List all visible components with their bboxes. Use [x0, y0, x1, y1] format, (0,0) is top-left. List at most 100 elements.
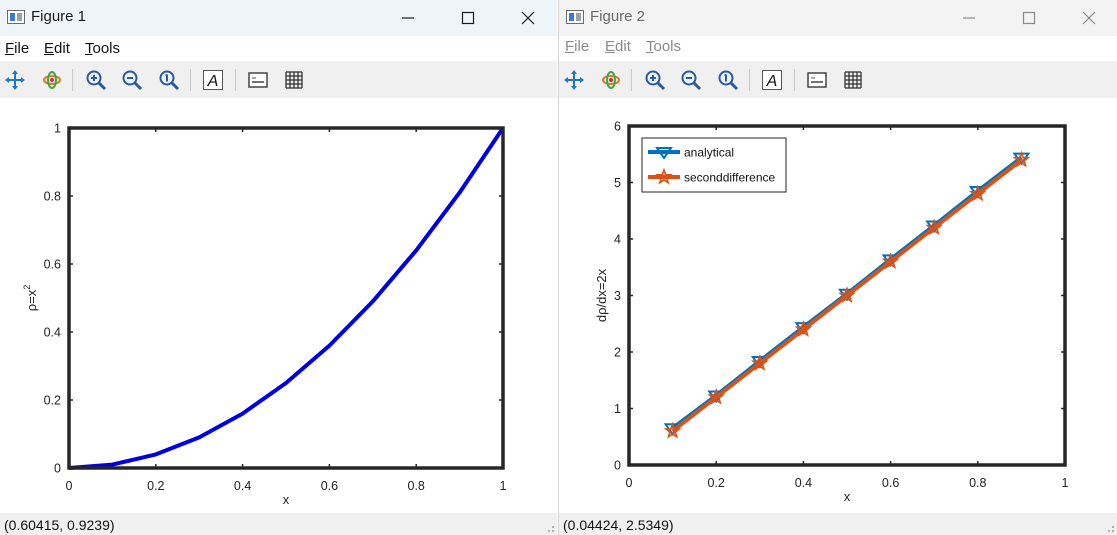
toolbar-separator — [631, 69, 632, 91]
close-icon — [521, 11, 535, 25]
svg-text:A: A — [766, 73, 778, 90]
grid-button[interactable] — [839, 66, 867, 94]
chart-1[interactable]: 0 0.2 0.4 0.6 0.8 1 0 0.2 0.4 0.6 0.8 1 x ρ=x2 — [0, 98, 557, 513]
data-point — [371, 299, 375, 303]
y-tick-label: 0.2 — [44, 394, 61, 408]
minimize-button[interactable] — [940, 0, 998, 36]
y-tick-label: 0.6 — [44, 258, 61, 272]
menu-file-mnemonic: F — [565, 38, 575, 55]
zoom-out-icon — [122, 70, 143, 91]
pan-icon — [564, 70, 584, 90]
menu-tools-label: ools — [653, 38, 682, 55]
x-tick-label: 0.4 — [795, 476, 812, 490]
y-tick-label: 2 — [614, 346, 621, 360]
plot-area: 0 0.2 0.4 0.6 0.8 1 0 0.2 0.4 0.6 0.8 1 x ρ=x2 — [0, 98, 557, 513]
pan-button[interactable] — [1, 66, 29, 94]
zoom-reset-button[interactable] — [714, 66, 742, 94]
y-axis-label-superscript: 2 — [22, 285, 32, 290]
status-bar: (0.60415, 0.9239) — [0, 513, 557, 535]
menu-file-mnemonic: F — [5, 40, 15, 57]
menu-file[interactable]: File — [565, 38, 589, 55]
data-point — [414, 248, 418, 252]
y-tick-label: 3 — [614, 289, 621, 303]
zoom-out-icon — [681, 70, 702, 91]
zoom-in-icon — [86, 70, 107, 91]
plot-area: 0 0.2 0.4 0.6 0.8 1 0 1 2 3 4 5 6 x dρ/dx=2x analytical… — [559, 98, 1117, 513]
menu-file-label: ile — [14, 40, 30, 57]
rotate-button[interactable] — [597, 66, 625, 94]
rotate-icon — [43, 71, 61, 89]
menu-file[interactable]: File — [5, 40, 29, 57]
insert-text-button[interactable]: A — [199, 66, 227, 94]
legend-label-analytical: analytical — [684, 146, 734, 160]
figure-2-window: Figure 2 File Edit Tools A 0 0.2 0.4 0.6 0.8… — [558, 0, 1117, 535]
y-tick-label: 4 — [614, 233, 621, 247]
zoom-out-button[interactable] — [677, 66, 705, 94]
x-tick-label: 0 — [626, 476, 633, 490]
maximize-button[interactable] — [439, 0, 497, 36]
close-icon — [1082, 11, 1096, 25]
legend-icon — [807, 72, 827, 88]
menu-edit[interactable]: Edit — [605, 38, 631, 55]
x-tick-label: 1 — [500, 479, 507, 493]
legend-button[interactable] — [803, 66, 831, 94]
chart-2[interactable]: 0 0.2 0.4 0.6 0.8 1 0 1 2 3 4 5 6 x dρ/dx=2x analytical… — [559, 98, 1117, 513]
toolbar-separator — [794, 69, 795, 91]
toolbar-separator — [72, 69, 73, 91]
cursor-coordinates: (0.04424, 2.5349) — [563, 517, 674, 533]
grid-button[interactable] — [280, 66, 308, 94]
menu-edit[interactable]: Edit — [44, 40, 70, 57]
zoom-reset-button[interactable] — [155, 66, 183, 94]
minimize-icon — [963, 17, 975, 19]
zoom-in-button[interactable] — [82, 66, 110, 94]
data-point — [284, 381, 288, 385]
status-bar: (0.04424, 2.5349) — [559, 513, 1117, 535]
pan-button[interactable] — [560, 66, 588, 94]
x-axis-label: x — [283, 492, 290, 507]
zoom-out-button[interactable] — [118, 66, 146, 94]
maximize-icon — [1022, 11, 1036, 25]
title-bar[interactable]: Figure 1 — [0, 0, 557, 36]
x-tick-label: 0.2 — [147, 479, 164, 493]
data-point — [327, 344, 331, 348]
window-title: Figure 1 — [31, 8, 87, 25]
menu-tools-label: ools — [92, 40, 121, 57]
menu-tools[interactable]: Tools — [646, 38, 681, 55]
resize-grip-icon[interactable] — [1105, 523, 1115, 533]
x-tick-label: 0.8 — [969, 476, 986, 490]
series-seconddifference — [663, 150, 1031, 439]
menu-tools-mnemonic: T — [646, 38, 654, 55]
y-tick-label: 0 — [54, 462, 61, 476]
resize-grip-icon[interactable] — [545, 523, 555, 533]
x-tick-label: 0.4 — [234, 479, 251, 493]
close-button[interactable] — [499, 0, 557, 36]
x-tick-label: 0.2 — [708, 476, 725, 490]
figure-app-icon — [566, 10, 584, 24]
x-tick-label: 0.8 — [408, 479, 425, 493]
x-tick-label: 0.6 — [882, 476, 899, 490]
legend-button[interactable] — [244, 66, 272, 94]
figure-toolbar: A — [559, 61, 1117, 98]
window-title: Figure 2 — [590, 8, 646, 25]
maximize-button[interactable] — [1000, 0, 1058, 36]
menu-tools-mnemonic: T — [85, 40, 93, 57]
close-button[interactable] — [1060, 0, 1117, 36]
rotate-button[interactable] — [38, 66, 66, 94]
toolbar-separator — [235, 69, 236, 91]
toolbar-separator — [749, 69, 750, 91]
y-tick-label: 0.4 — [44, 326, 61, 340]
x-tick-label: 0 — [66, 479, 73, 493]
zoom-reset-icon — [159, 70, 180, 91]
figure-1-window: Figure 1 File Edit Tools A 0 0.2 0.4 0.6 0.8… — [0, 0, 557, 535]
data-point — [154, 452, 158, 456]
insert-text-button[interactable]: A — [758, 66, 786, 94]
grid-icon — [844, 71, 862, 89]
minimize-button[interactable] — [379, 0, 437, 36]
title-bar[interactable]: Figure 2 — [559, 0, 1117, 36]
legend: analytical seconddifference — [641, 137, 787, 193]
legend-icon — [248, 72, 268, 88]
zoom-in-button[interactable] — [641, 66, 669, 94]
menu-bar: File Edit Tools — [0, 36, 557, 61]
menu-bar: File Edit Tools — [559, 36, 1117, 61]
menu-tools[interactable]: Tools — [85, 40, 120, 57]
